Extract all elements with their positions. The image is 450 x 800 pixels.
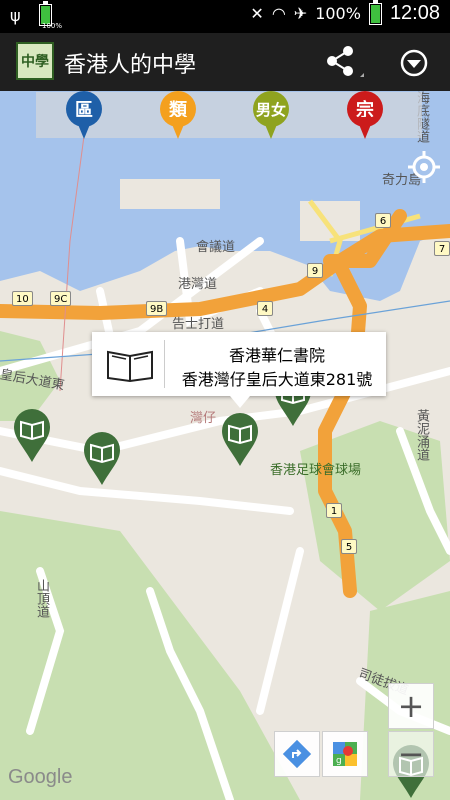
dropdown-circle-icon bbox=[400, 49, 428, 77]
airplane-icon: ✈ bbox=[293, 4, 308, 23]
app-logo-icon[interactable]: 中學 bbox=[16, 42, 54, 80]
mute-icon: ✕ bbox=[250, 4, 264, 23]
school-marker[interactable] bbox=[83, 431, 121, 487]
filter-gender-button[interactable]: 男女 bbox=[253, 91, 289, 143]
app-title: 香港人的中學 bbox=[64, 53, 197, 78]
route-shield: 5 bbox=[341, 539, 357, 554]
overflow-menu-button[interactable] bbox=[394, 43, 434, 83]
share-icon bbox=[327, 46, 364, 77]
filter-religion-button[interactable]: 宗 bbox=[347, 91, 383, 143]
route-shield: 9 bbox=[307, 263, 323, 278]
battery-icon bbox=[368, 0, 382, 25]
filter-category-button[interactable]: 類 bbox=[160, 91, 196, 143]
map-label-wong-nai-chung: 黃泥涌道 bbox=[414, 409, 429, 461]
status-bar: ψ 100% ✕ ◠ ✈ 100% 12:08 bbox=[0, 0, 450, 33]
route-shield: 6 bbox=[375, 213, 391, 228]
map-label-gloucester-road: 告士打道 bbox=[172, 317, 225, 332]
battery-percent: 100% bbox=[315, 4, 361, 23]
route-shield: 9C bbox=[50, 291, 72, 306]
route-shield: 9B bbox=[146, 301, 168, 316]
open-book-icon bbox=[107, 350, 153, 382]
open-google-maps-button[interactable]: g bbox=[322, 731, 368, 777]
route-shield: 7 bbox=[434, 241, 450, 256]
map-label-convention-road: 會議道 bbox=[196, 240, 236, 255]
filter-district-button[interactable]: 區 bbox=[66, 91, 102, 143]
battery-small-label: 100% bbox=[42, 22, 63, 30]
wifi-icon: ◠ bbox=[271, 4, 286, 23]
svg-text:g: g bbox=[336, 756, 342, 766]
route-shield: 10 bbox=[12, 291, 33, 306]
action-bar: 中學 香港人的中學 bbox=[0, 33, 450, 91]
route-shield: 1 bbox=[326, 503, 342, 518]
locate-icon[interactable] bbox=[408, 151, 440, 183]
map-label-stadium: 香港足球會球場 bbox=[270, 463, 362, 478]
google-logo: Google bbox=[8, 766, 73, 788]
school-name: 香港華仁書院 bbox=[228, 346, 325, 365]
zoom-in-button[interactable]: + bbox=[388, 683, 434, 729]
map-label-peak-road: 山頂道 bbox=[34, 579, 49, 618]
route-shield: 4 bbox=[257, 301, 273, 316]
usb-icon: ψ bbox=[10, 5, 21, 25]
share-button[interactable] bbox=[322, 43, 366, 83]
school-marker-selected[interactable] bbox=[221, 412, 259, 468]
map-label-wan-chai: 灣仔 bbox=[190, 411, 217, 426]
zoom-out-button[interactable]: − bbox=[388, 731, 434, 777]
school-address: 香港灣仔皇后大道東281號 bbox=[181, 370, 373, 389]
clock: 12:08 bbox=[389, 2, 440, 24]
info-divider bbox=[164, 340, 165, 388]
google-maps-icon: g bbox=[333, 742, 357, 766]
directions-icon bbox=[282, 739, 312, 769]
directions-button[interactable] bbox=[274, 731, 320, 777]
school-marker[interactable] bbox=[13, 408, 51, 464]
school-info-window[interactable]: 香港華仁書院 香港灣仔皇后大道東281號 bbox=[92, 332, 386, 408]
map-label-harbour-road: 港灣道 bbox=[178, 277, 218, 292]
